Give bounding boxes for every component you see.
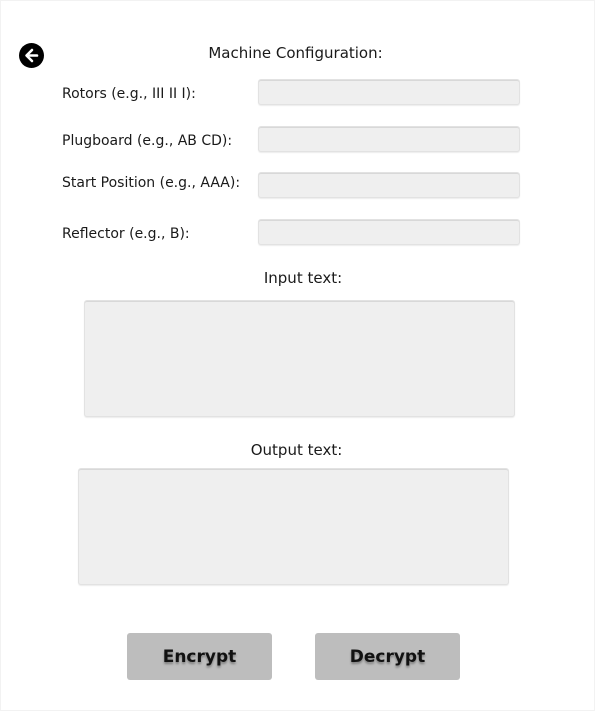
input-textarea[interactable] bbox=[84, 300, 515, 417]
decrypt-button-label: Decrypt bbox=[349, 646, 426, 667]
start-position-label: Start Position (e.g., AAA): bbox=[62, 175, 241, 191]
reflector-input[interactable] bbox=[258, 219, 520, 245]
plugboard-label: Plugboard (e.g., AB CD): bbox=[62, 133, 233, 149]
page-title: Machine Configuration: bbox=[0, 44, 592, 62]
input-text-label: Input text: bbox=[263, 269, 343, 287]
rotors-input[interactable] bbox=[258, 79, 520, 105]
output-textarea[interactable] bbox=[78, 468, 509, 585]
plugboard-input[interactable] bbox=[258, 126, 520, 152]
start-position-input[interactable] bbox=[258, 172, 520, 198]
encrypt-button[interactable]: Encrypt bbox=[127, 633, 272, 680]
rotors-label: Rotors (e.g., III II I): bbox=[62, 86, 196, 102]
page-title-text: Machine Configuration: bbox=[208, 44, 383, 62]
encrypt-button-label: Encrypt bbox=[162, 646, 237, 667]
decrypt-button[interactable]: Decrypt bbox=[315, 633, 460, 680]
reflector-label: Reflector (e.g., B): bbox=[62, 226, 190, 242]
output-text-label: Output text: bbox=[250, 441, 343, 459]
